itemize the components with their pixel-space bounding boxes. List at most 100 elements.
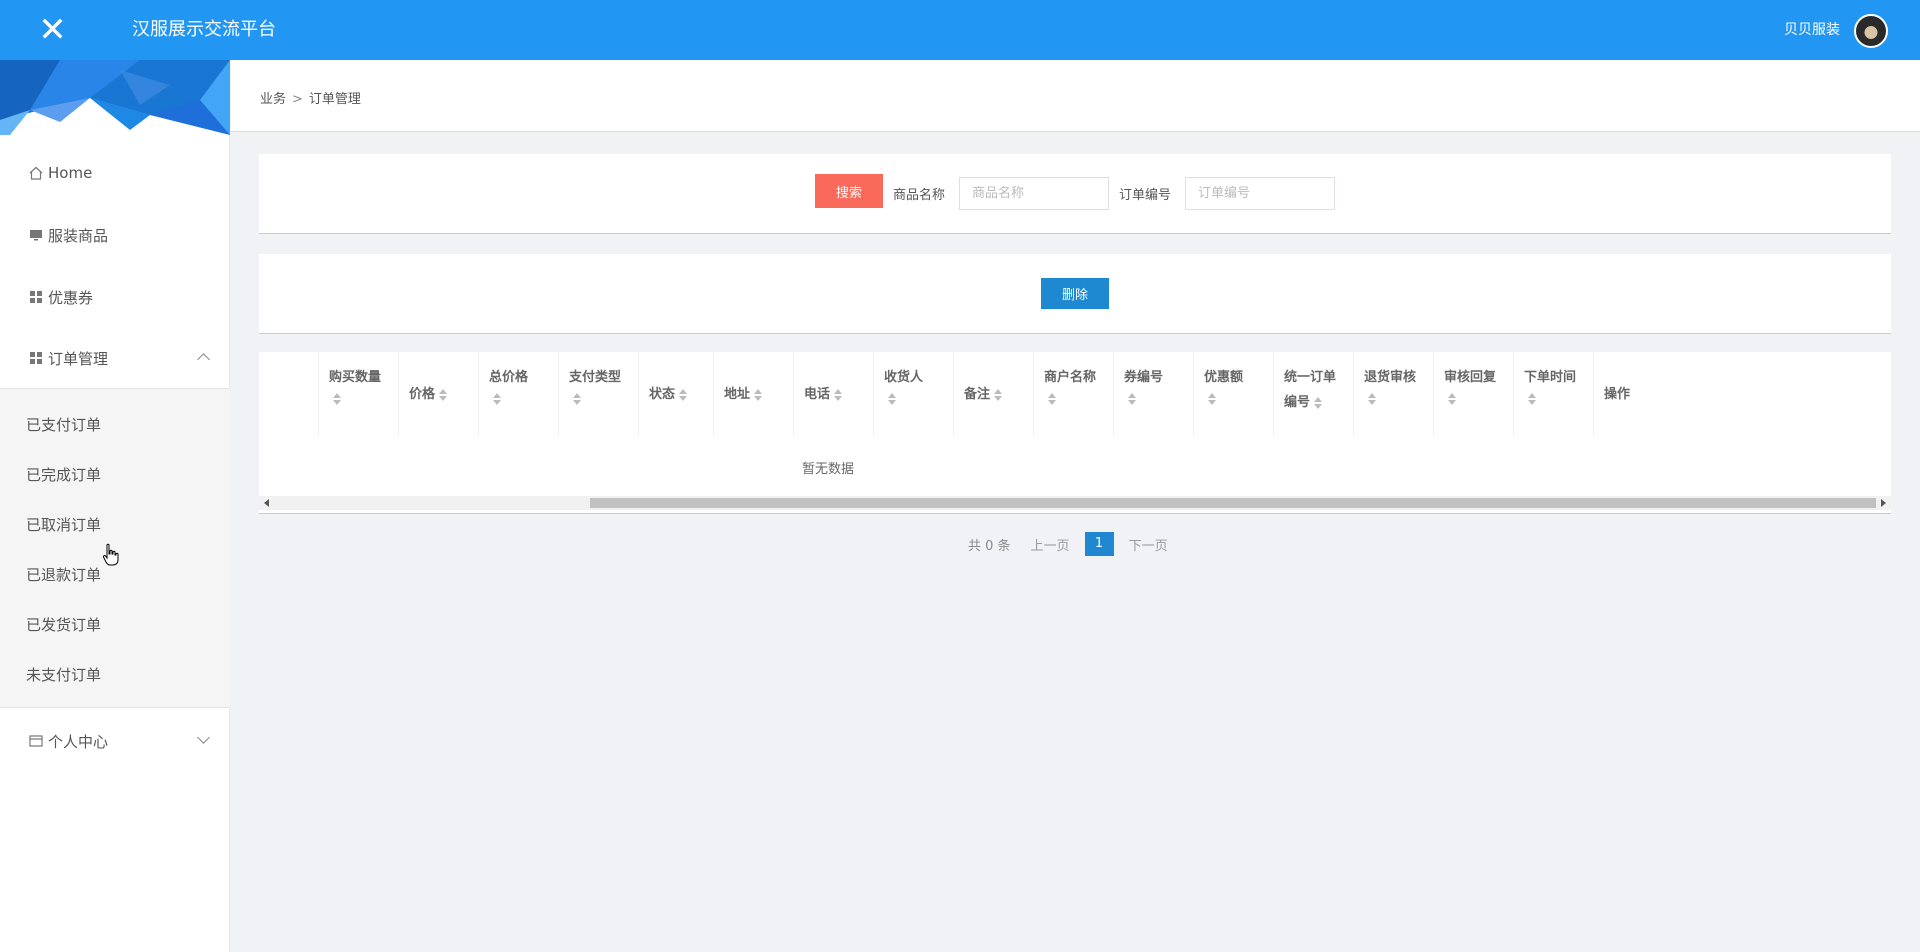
table-header-discount[interactable]: 优惠额 bbox=[1194, 352, 1274, 436]
column-title: 退货审核 bbox=[1364, 370, 1417, 385]
sidebar-item-home[interactable]: Home bbox=[0, 148, 230, 198]
sidebar-banner bbox=[0, 60, 230, 135]
grid-icon bbox=[28, 289, 44, 305]
sidebar-item-label: 优惠券 bbox=[48, 288, 94, 307]
order-number-input[interactable] bbox=[1185, 177, 1335, 210]
column-title: 优惠额 bbox=[1204, 370, 1244, 385]
sidebar-item-clothing[interactable]: 服装商品 bbox=[0, 210, 230, 260]
sort-icon[interactable] bbox=[1314, 396, 1323, 409]
sort-icon[interactable] bbox=[994, 388, 1003, 401]
scrollbar-thumb[interactable] bbox=[590, 498, 1876, 508]
order-submenu: 已支付订单 已完成订单 已取消订单 已退款订单 已发货订单 未支付订单 bbox=[0, 388, 230, 708]
breadcrumb-bar: 业务 > 订单管理 bbox=[231, 60, 1920, 132]
submenu-item-cancelled-orders[interactable]: 已取消订单 bbox=[0, 505, 230, 545]
sidebar-item-label: Home bbox=[48, 164, 93, 182]
table-header-total-price[interactable]: 总价格 bbox=[479, 352, 559, 436]
sort-icon[interactable] bbox=[679, 388, 688, 401]
scroll-right-icon[interactable] bbox=[1881, 499, 1886, 507]
sidebar-item-label: 订单管理 bbox=[48, 349, 109, 368]
next-page-button[interactable]: 下一页 bbox=[1129, 535, 1168, 554]
sort-icon[interactable] bbox=[1448, 392, 1456, 405]
sidebar-item-order-management[interactable]: 订单管理 bbox=[0, 333, 230, 383]
search-button[interactable]: 搜索 bbox=[815, 174, 883, 208]
submenu-item-unpaid-orders[interactable]: 未支付订单 bbox=[0, 655, 230, 695]
column-title: 券编号 bbox=[1124, 370, 1164, 385]
column-title: 购买数量 bbox=[329, 370, 382, 385]
column-title: 操作 bbox=[1604, 387, 1631, 402]
table-header-actions: 操作 bbox=[1594, 352, 1891, 436]
column-title: 地址 bbox=[724, 387, 751, 402]
monitor-icon bbox=[28, 227, 44, 243]
product-name-input[interactable] bbox=[959, 177, 1109, 210]
column-title-line1: 统一订单 bbox=[1284, 370, 1337, 385]
table-header-phone[interactable]: 电话 bbox=[794, 352, 874, 436]
breadcrumb-current: 订单管理 bbox=[308, 92, 361, 107]
sort-icon[interactable] bbox=[1048, 392, 1056, 405]
user-name[interactable]: 贝贝服装 bbox=[1784, 0, 1840, 60]
submenu-item-paid-orders[interactable]: 已支付订单 bbox=[0, 405, 230, 445]
search-panel: 搜索 商品名称 订单编号 bbox=[259, 154, 1891, 234]
submenu-item-shipped-orders[interactable]: 已发货订单 bbox=[0, 605, 230, 645]
sort-icon[interactable] bbox=[493, 392, 501, 405]
breadcrumb: 业务 > 订单管理 bbox=[260, 88, 361, 107]
table-header-remark[interactable]: 备注 bbox=[954, 352, 1034, 436]
delete-button[interactable]: 删除 bbox=[1041, 278, 1109, 309]
sort-icon[interactable] bbox=[1368, 392, 1376, 405]
sort-icon[interactable] bbox=[1208, 392, 1216, 405]
column-title: 审核回复 bbox=[1444, 370, 1497, 385]
submenu-item-refunded-orders[interactable]: 已退款订单 bbox=[0, 555, 230, 595]
action-panel: 删除 bbox=[259, 254, 1891, 334]
orders-table: 购买数量 价格 总价格 支付类型 状态 地址 电话 收货人 备注 商户名称 券编… bbox=[259, 352, 1891, 514]
prev-page-button[interactable]: 上一页 bbox=[1031, 535, 1070, 554]
avatar[interactable] bbox=[1854, 14, 1888, 48]
sort-icon[interactable] bbox=[754, 388, 763, 401]
sort-icon[interactable] bbox=[1528, 392, 1536, 405]
breadcrumb-separator: > bbox=[292, 92, 303, 107]
column-title: 状态 bbox=[649, 387, 676, 402]
table-header-status[interactable]: 状态 bbox=[639, 352, 714, 436]
table-header-coupon-no[interactable]: 券编号 bbox=[1114, 352, 1194, 436]
table-header-review-reply[interactable]: 审核回复 bbox=[1434, 352, 1514, 436]
sidebar-item-coupon[interactable]: 优惠券 bbox=[0, 272, 230, 322]
sort-icon[interactable] bbox=[1128, 392, 1136, 405]
table-header-payment-type[interactable]: 支付类型 bbox=[559, 352, 639, 436]
sidebar-item-label: 个人中心 bbox=[48, 732, 109, 751]
product-name-label: 商品名称 bbox=[893, 188, 946, 203]
sidebar-item-label: 服装商品 bbox=[48, 226, 109, 245]
table-header-price[interactable]: 价格 bbox=[399, 352, 479, 436]
scroll-left-icon[interactable] bbox=[264, 499, 269, 507]
sort-icon[interactable] bbox=[439, 388, 448, 401]
close-icon[interactable]: ✕ bbox=[0, 0, 105, 60]
page-number-button[interactable]: 1 bbox=[1084, 532, 1114, 556]
sidebar-item-personal-center[interactable]: 个人中心 bbox=[0, 716, 230, 766]
table-header-unified-order-no[interactable]: 统一订单 编号 bbox=[1274, 352, 1354, 436]
chevron-up-icon bbox=[197, 353, 210, 366]
column-title: 支付类型 bbox=[569, 370, 622, 385]
column-title: 商户名称 bbox=[1044, 370, 1097, 385]
table-header-order-time[interactable]: 下单时间 bbox=[1514, 352, 1594, 436]
table-header-return-review[interactable]: 退货审核 bbox=[1354, 352, 1434, 436]
table-header-address[interactable]: 地址 bbox=[714, 352, 794, 436]
sort-icon[interactable] bbox=[888, 392, 896, 405]
column-title: 总价格 bbox=[489, 370, 529, 385]
pagination-total: 共 0 条 bbox=[968, 538, 1011, 554]
table-header-merchant-name[interactable]: 商户名称 bbox=[1034, 352, 1114, 436]
order-number-label: 订单编号 bbox=[1119, 188, 1172, 203]
table-header-checkbox-col bbox=[259, 352, 319, 436]
sort-icon[interactable] bbox=[573, 392, 581, 405]
breadcrumb-root[interactable]: 业务 bbox=[260, 92, 286, 107]
column-title-line2: 编号 bbox=[1284, 395, 1311, 410]
card-icon bbox=[28, 733, 44, 749]
table-header-quantity[interactable]: 购买数量 bbox=[319, 352, 399, 436]
grid-icon bbox=[28, 350, 44, 366]
column-title: 备注 bbox=[964, 387, 991, 402]
horizontal-scrollbar[interactable] bbox=[259, 496, 1891, 510]
table-header-receiver[interactable]: 收货人 bbox=[874, 352, 954, 436]
sort-icon[interactable] bbox=[834, 388, 843, 401]
pagination: 共 0 条 上一页 1 下一页 bbox=[968, 532, 1168, 556]
column-title: 下单时间 bbox=[1524, 370, 1577, 385]
home-icon bbox=[28, 165, 44, 181]
column-title: 价格 bbox=[409, 387, 436, 402]
sort-icon[interactable] bbox=[333, 392, 341, 405]
submenu-item-completed-orders[interactable]: 已完成订单 bbox=[0, 455, 230, 495]
